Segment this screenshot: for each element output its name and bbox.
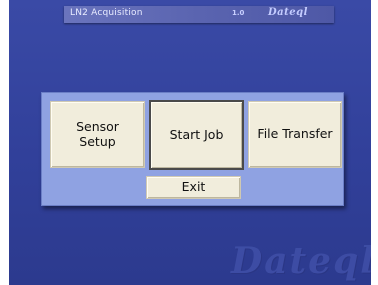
window-title: LN2 Acquisition [70,8,143,18]
file-transfer-button[interactable]: File Transfer [248,101,342,168]
start-job-button[interactable]: Start Job [149,100,244,170]
brand-watermark: Dateql [231,240,371,282]
exit-button[interactable]: Exit [146,176,241,199]
main-menu-panel: Sensor Setup Start Job File Transfer Exi… [41,92,344,206]
app-screen: LN2 Acquisition 1.0 Dateql Sensor Setup … [9,0,371,285]
title-bar: LN2 Acquisition 1.0 Dateql [64,6,334,23]
version-label: 1.0 [232,9,245,17]
sensor-setup-button[interactable]: Sensor Setup [50,101,145,168]
brand-logo: Dateql [268,7,308,18]
